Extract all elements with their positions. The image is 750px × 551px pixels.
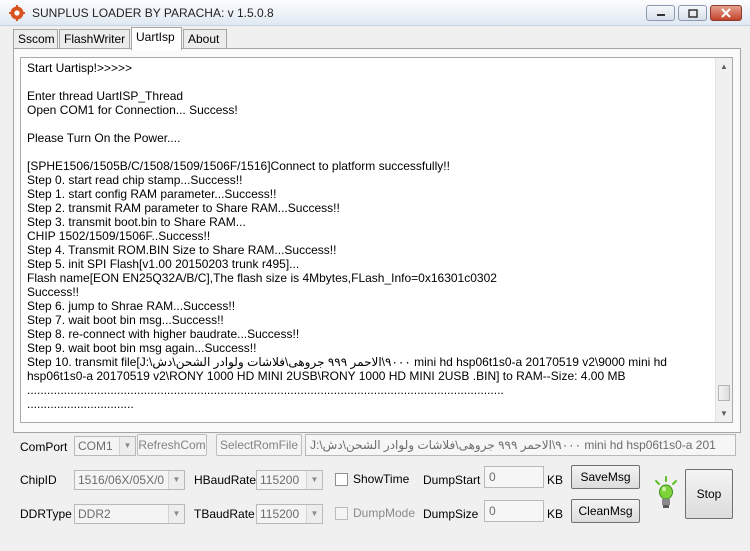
showtime-checkbox[interactable] — [335, 473, 348, 486]
ddrtype-value: DDR2 — [78, 507, 111, 521]
tbaudrate-select[interactable]: 115200 ▼ — [256, 504, 323, 524]
lightbulb-icon — [655, 476, 677, 508]
chevron-down-icon: ▼ — [306, 505, 322, 523]
log-line: Open COM1 for Connection... Success! — [27, 103, 238, 117]
rom-path-value: J:\٩٠٠٠\الاحمر ٩٩٩ جروهى\فلاشات ولوادر ا… — [310, 438, 716, 452]
log-line: Step 7. wait boot bin msg...Success!! — [27, 313, 224, 327]
dumpsize-label: DumpSize — [423, 507, 479, 521]
log-line: Please Turn On the Power.... — [27, 131, 181, 145]
minimize-icon — [656, 14, 665, 16]
maximize-button[interactable] — [678, 5, 707, 21]
chipid-select[interactable]: 1516/06X/05X/0 ▼ — [74, 470, 185, 490]
window-title: SUNPLUS LOADER BY PARACHA: v 1.5.0.8 — [32, 6, 274, 20]
log-line: hsp06t1s0-a 20170519 v2\RONY 1000 HD MIN… — [27, 369, 626, 383]
log-line: Step 3. transmit boot.bin to Share RAM..… — [27, 215, 246, 229]
ddrtype-label: DDRType — [20, 507, 72, 521]
ddrtype-select[interactable]: DDR2 ▼ — [74, 504, 185, 524]
minimize-button[interactable] — [646, 5, 675, 21]
dumpsize-unit: KB — [547, 507, 564, 521]
tab-about[interactable]: About — [183, 29, 227, 49]
log-line: Step 2. transmit RAM parameter to Share … — [27, 201, 340, 215]
chevron-down-icon: ▼ — [168, 471, 184, 489]
rom-path-field[interactable]: J:\٩٠٠٠\الاحمر ٩٩٩ جروهى\فلاشات ولوادر ا… — [305, 434, 736, 456]
refresh-com-button[interactable]: RefreshCom — [137, 434, 207, 456]
stop-button[interactable]: Stop — [685, 469, 733, 519]
dumpstart-unit: KB — [547, 473, 564, 487]
log-line: Step 5. init SPI Flash[v1.00 20150203 tr… — [27, 257, 300, 271]
log-line: Step 0. start read chip stamp...Success!… — [27, 173, 243, 187]
log-output[interactable]: Start Uartisp!>>>>> Enter thread UartISP… — [20, 57, 733, 423]
close-icon — [721, 8, 731, 18]
log-line: Step 8. re-connect with higher baudrate.… — [27, 327, 300, 341]
tab-uartisp[interactable]: UartIsp — [131, 27, 182, 50]
title-bar[interactable]: SUNPLUS LOADER BY PARACHA: v 1.5.0.8 — [0, 0, 750, 26]
log-line: Start Uartisp!>>>>> — [27, 61, 133, 75]
dumpsize-input[interactable]: 0 — [484, 500, 544, 522]
scroll-down-icon[interactable]: ▼ — [716, 405, 732, 422]
log-line: Enter thread UartISP_Thread — [27, 89, 184, 103]
scroll-thumb[interactable] — [718, 385, 730, 401]
log-lines: Start Uartisp!>>>>> Enter thread UartISP… — [27, 61, 715, 411]
comport-label: ComPort — [20, 440, 68, 454]
showtime-label: ShowTime — [353, 472, 410, 486]
dumpmode-label: DumpMode — [353, 506, 416, 520]
tbaudrate-label: TBaudRate — [194, 507, 255, 521]
select-rom-file-button[interactable]: SelectRomFile — [216, 434, 302, 456]
dumpstart-input[interactable]: 0 — [484, 466, 544, 488]
log-line: Step 6. jump to Shrae RAM...Success!! — [27, 299, 236, 313]
tab-flashwriter[interactable]: FlashWriter — [59, 29, 130, 49]
app-gear-icon — [9, 5, 25, 21]
tbaudrate-value: 115200 — [260, 507, 300, 521]
log-line: Success!! — [27, 285, 80, 299]
log-line: Step 10. transmit file[J:\٩٠٠٠\الاحمر ٩٩… — [27, 355, 667, 369]
log-line: ................................ — [27, 397, 134, 411]
chipid-label: ChipID — [20, 473, 57, 487]
log-line: Flash name[EON EN25Q32A/B/C],The flash s… — [27, 271, 497, 285]
log-line: ........................................… — [27, 383, 504, 397]
log-scrollbar[interactable]: ▲ ▼ — [715, 58, 732, 422]
log-line: Step 9. wait boot bin msg again...Succes… — [27, 341, 257, 355]
chevron-down-icon: ▼ — [306, 471, 322, 489]
maximize-icon — [687, 8, 698, 18]
log-line: [SPHE1506/1505B/C/1508/1509/1506F/1516]C… — [27, 159, 450, 173]
save-msg-button[interactable]: SaveMsg — [571, 465, 640, 489]
dumpstart-label: DumpStart — [423, 473, 481, 487]
tab-sscom[interactable]: Sscom — [13, 29, 58, 49]
scroll-up-icon[interactable]: ▲ — [716, 58, 732, 75]
log-line: CHIP 1502/1509/1506F..Success!! — [27, 229, 211, 243]
hbaudrate-select[interactable]: 115200 ▼ — [256, 470, 323, 490]
dumpmode-checkbox[interactable] — [335, 507, 348, 520]
log-line: Step 4. Transmit ROM.BIN Size to Share R… — [27, 243, 337, 257]
clean-msg-button[interactable]: CleanMsg — [571, 499, 640, 523]
dumpstart-value: 0 — [489, 470, 496, 484]
hbaudrate-value: 115200 — [260, 473, 300, 487]
comport-value: COM1 — [78, 439, 113, 453]
chevron-down-icon: ▼ — [168, 505, 184, 523]
close-button[interactable] — [710, 5, 742, 21]
chipid-value: 1516/06X/05X/0 — [78, 473, 165, 487]
dumpsize-value: 0 — [489, 504, 496, 518]
hbaudrate-label: HBaudRate — [194, 473, 257, 487]
chevron-down-icon: ▼ — [119, 437, 135, 455]
log-line: Step 1. start config RAM parameter...Suc… — [27, 187, 277, 201]
comport-select[interactable]: COM1 ▼ — [74, 436, 136, 456]
